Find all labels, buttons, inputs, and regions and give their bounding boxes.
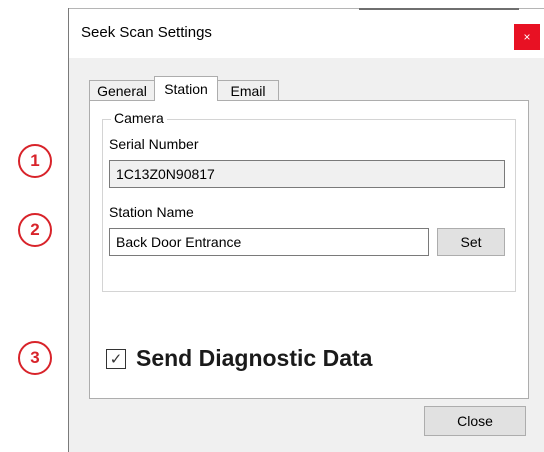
checkbox-check-icon: ✓ — [106, 348, 126, 369]
close-window-button[interactable]: × — [514, 24, 540, 50]
set-button[interactable]: Set — [437, 228, 505, 256]
station-name-label: Station Name — [109, 204, 194, 220]
callout-3: 3 — [18, 341, 52, 375]
tab-station[interactable]: Station — [154, 76, 218, 101]
tab-general[interactable]: General — [89, 80, 155, 100]
camera-groupbox: Camera Serial Number 1C13Z0N90817 Statio… — [102, 110, 516, 292]
station-name-input[interactable]: Back Door Entrance — [109, 228, 429, 256]
station-panel: Camera Serial Number 1C13Z0N90817 Statio… — [89, 100, 529, 399]
tab-email[interactable]: Email — [217, 80, 279, 100]
close-button[interactable]: Close — [424, 406, 526, 436]
top-border-dark — [359, 8, 519, 10]
serial-number-label: Serial Number — [109, 136, 199, 152]
close-icon: × — [523, 30, 531, 44]
send-diagnostic-label: Send Diagnostic Data — [136, 345, 373, 371]
settings-dialog: Seek Scan Settings × General Station Ema… — [68, 8, 544, 452]
camera-group-label: Camera — [111, 110, 167, 126]
title-bar: Seek Scan Settings × — [69, 8, 544, 58]
serial-number-field: 1C13Z0N90817 — [109, 160, 505, 188]
callout-2: 2 — [18, 213, 52, 247]
send-diagnostic-checkbox[interactable]: ✓ Send Diagnostic Data — [106, 345, 372, 372]
callout-1: 1 — [18, 144, 52, 178]
window-title: Seek Scan Settings — [81, 24, 212, 41]
